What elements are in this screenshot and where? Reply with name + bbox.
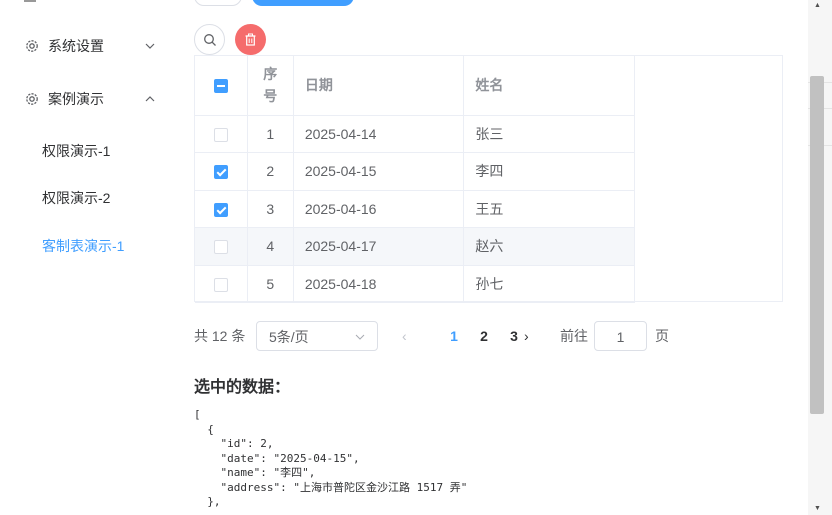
page-3-button[interactable]: 3 bbox=[504, 321, 524, 351]
chevron-up-icon bbox=[145, 96, 155, 102]
row-select-cell bbox=[195, 190, 248, 228]
top-button-partial[interactable] bbox=[194, 0, 242, 6]
next-page-button[interactable]: › bbox=[524, 321, 536, 351]
row-checkbox[interactable] bbox=[213, 202, 228, 217]
page-1-button[interactable]: 1 bbox=[444, 321, 464, 351]
scroll-up-arrow-icon[interactable]: ▲ bbox=[814, 2, 821, 9]
selected-data-json: [ { "id": 2, "date": "2025-04-15", "name… bbox=[194, 408, 468, 508]
table-row[interactable]: 4 2025-04-17 赵六 bbox=[195, 227, 635, 266]
header-name: 姓名 bbox=[463, 56, 635, 116]
gear-icon bbox=[26, 40, 38, 52]
page-size-value: 5条/页 bbox=[269, 329, 309, 345]
page-size-select[interactable]: 5条/页 bbox=[256, 321, 378, 351]
chevron-down-icon bbox=[355, 334, 365, 340]
pagination: 共 12 条 5条/页 ‹ 1 2 3 › 前往 1 页 bbox=[194, 321, 714, 351]
main-content: 序 号 日期 姓名 1 2025-04-14 张三 2 2025-04-15 李… bbox=[178, 0, 808, 515]
menu-system-settings[interactable]: 系统设置 bbox=[24, 31, 164, 61]
trash-icon bbox=[245, 33, 256, 46]
date-cell: 2025-04-15 bbox=[293, 152, 465, 191]
header-index: 序 号 bbox=[247, 56, 294, 116]
primary-button-partial[interactable] bbox=[252, 0, 354, 6]
table-row[interactable]: 3 2025-04-16 王五 bbox=[195, 190, 635, 228]
index-cell: 3 bbox=[247, 190, 294, 228]
date-cell: 2025-04-14 bbox=[293, 115, 465, 153]
prev-page-button[interactable]: ‹ bbox=[402, 321, 414, 351]
row-checkbox[interactable] bbox=[213, 165, 228, 180]
chevron-down-icon bbox=[145, 43, 155, 49]
page-unit-label: 页 bbox=[655, 328, 669, 344]
pagination-total: 共 12 条 bbox=[194, 328, 246, 344]
index-cell: 4 bbox=[247, 227, 294, 266]
scroll-down-arrow-icon[interactable]: ▼ bbox=[814, 505, 821, 512]
menu-item-partial[interactable] bbox=[24, 0, 36, 2]
search-icon bbox=[203, 33, 216, 46]
header-date: 日期 bbox=[293, 56, 465, 116]
row-select-cell bbox=[195, 115, 248, 153]
selected-data-title: 选中的数据： bbox=[194, 379, 291, 396]
submenu-permission-demo-2[interactable]: 权限演示-2 bbox=[42, 188, 110, 208]
row-select-cell bbox=[195, 227, 248, 266]
sidebar: 系统设置 案例演示 权限演示-1 权限演示-2 客制表演示-1 bbox=[0, 0, 178, 515]
index-cell: 2 bbox=[247, 152, 294, 191]
table-header-row: 序 号 日期 姓名 bbox=[195, 56, 635, 116]
submenu-custom-table-demo-1[interactable]: 客制表演示-1 bbox=[42, 236, 124, 256]
row-checkbox[interactable] bbox=[213, 240, 228, 255]
header-index-char-2: 号 bbox=[263, 88, 278, 105]
page-2-button[interactable]: 2 bbox=[474, 321, 494, 351]
delete-button[interactable] bbox=[235, 24, 266, 55]
select-all-checkbox[interactable] bbox=[213, 79, 228, 94]
goto-label: 前往 bbox=[560, 328, 588, 344]
name-cell: 赵六 bbox=[463, 227, 635, 266]
gear-icon bbox=[26, 93, 38, 105]
scrollbar-thumb[interactable] bbox=[810, 76, 824, 414]
menu-case-demo[interactable]: 案例演示 bbox=[24, 84, 164, 114]
index-cell: 5 bbox=[247, 265, 294, 303]
row-select-cell bbox=[195, 265, 248, 303]
submenu-permission-demo-1[interactable]: 权限演示-1 bbox=[42, 141, 110, 161]
table-row[interactable]: 1 2025-04-14 张三 bbox=[195, 115, 635, 153]
table-row[interactable]: 5 2025-04-18 孙七 bbox=[195, 265, 635, 303]
row-checkbox[interactable] bbox=[213, 127, 228, 142]
date-cell: 2025-04-17 bbox=[293, 227, 465, 266]
name-cell: 张三 bbox=[463, 115, 635, 153]
date-cell: 2025-04-16 bbox=[293, 190, 465, 228]
index-cell: 1 bbox=[247, 115, 294, 153]
menu-label: 系统设置 bbox=[48, 38, 104, 54]
date-cell: 2025-04-18 bbox=[293, 265, 465, 303]
header-select-all bbox=[195, 56, 248, 116]
data-table: 序 号 日期 姓名 1 2025-04-14 张三 2 2025-04-15 李… bbox=[194, 55, 783, 303]
table-row[interactable]: 2 2025-04-15 李四 bbox=[195, 152, 635, 191]
search-button[interactable] bbox=[194, 24, 225, 55]
name-cell: 孙七 bbox=[463, 265, 635, 303]
menu-label: 案例演示 bbox=[48, 91, 104, 107]
goto-page-input[interactable]: 1 bbox=[594, 321, 647, 351]
name-cell: 王五 bbox=[463, 190, 635, 228]
row-select-cell bbox=[195, 152, 248, 191]
header-index-char-1: 序 bbox=[263, 66, 278, 83]
row-checkbox[interactable] bbox=[213, 277, 228, 292]
name-cell: 李四 bbox=[463, 152, 635, 191]
